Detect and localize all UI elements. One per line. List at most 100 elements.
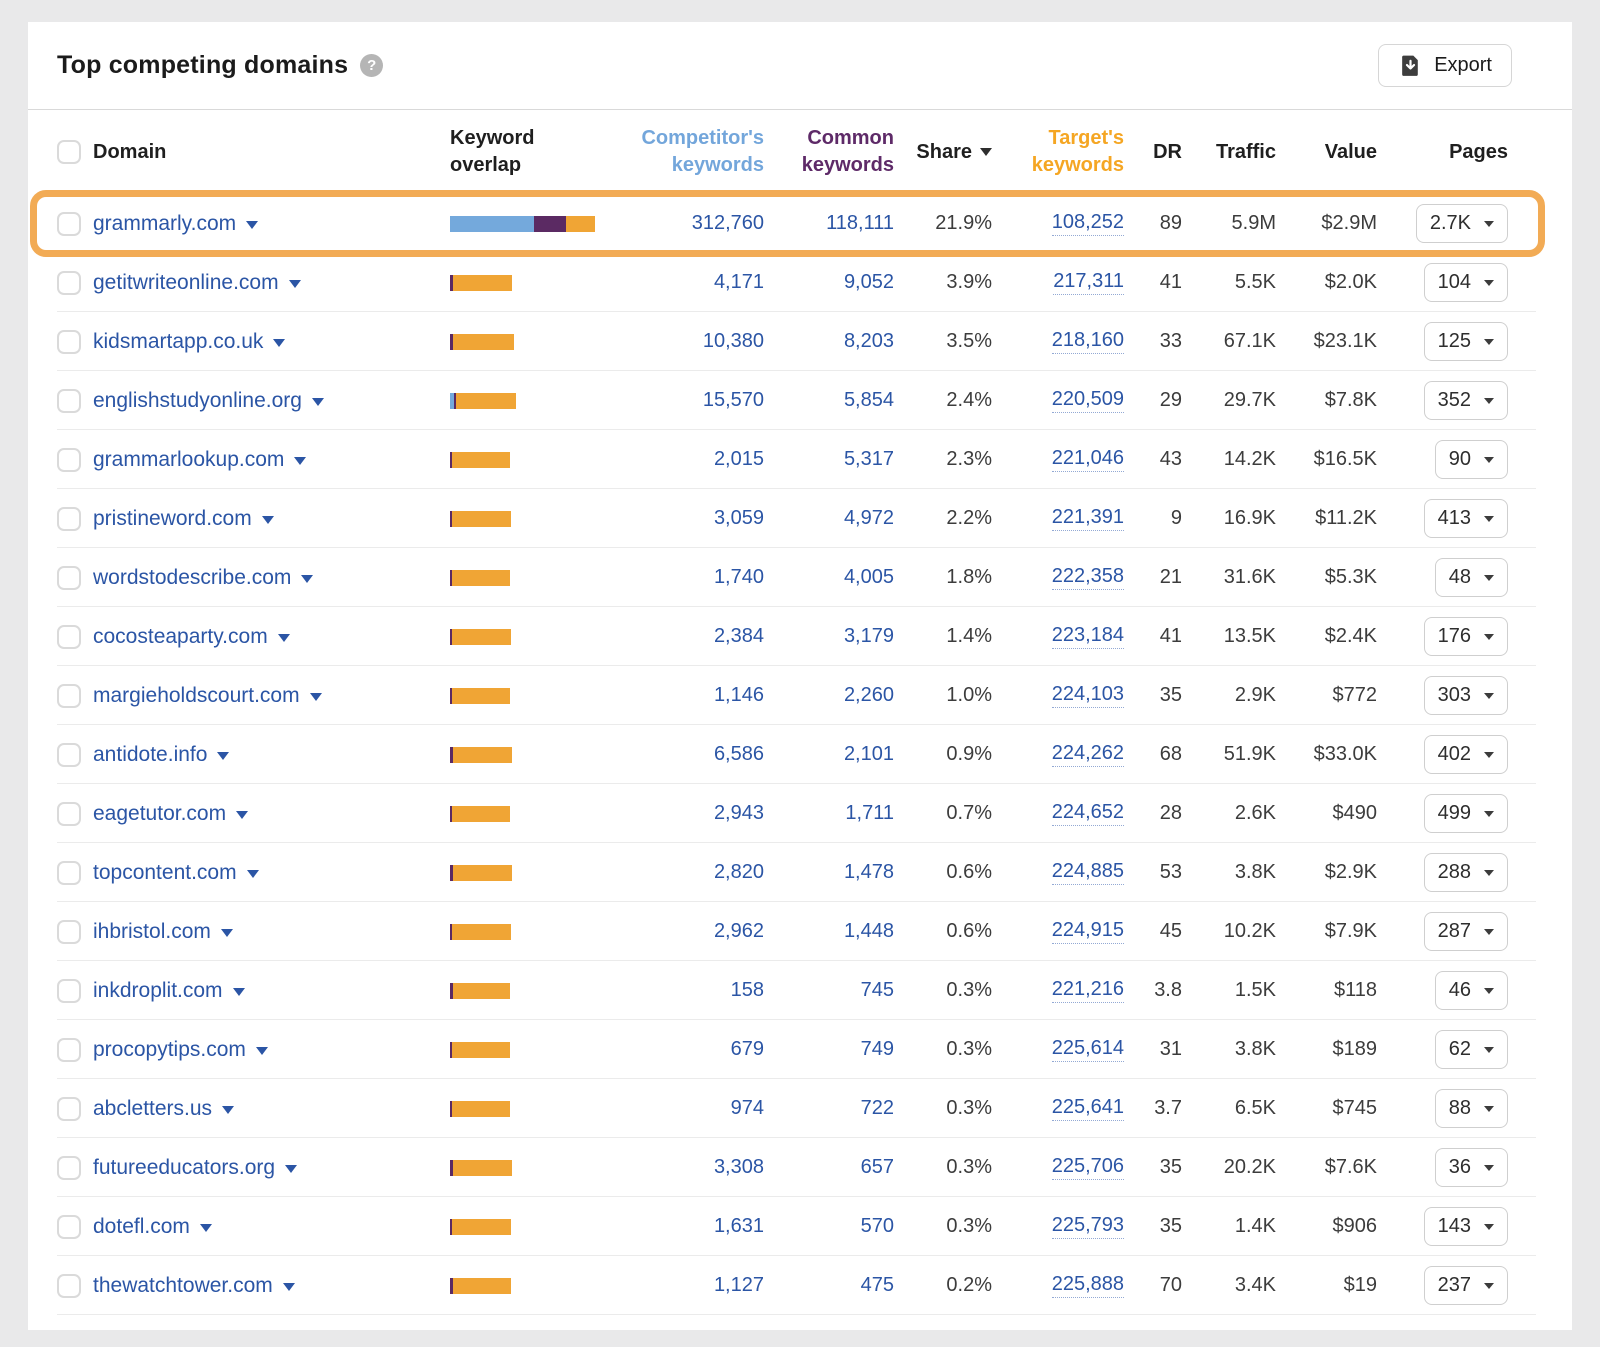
row-checkbox[interactable] bbox=[57, 212, 81, 236]
competitors-keywords-value[interactable]: 1,631 bbox=[714, 1215, 764, 1238]
competitors-keywords-value[interactable]: 974 bbox=[731, 1097, 764, 1120]
common-keywords-value[interactable]: 118,111 bbox=[826, 212, 894, 235]
pages-dropdown[interactable]: 125 bbox=[1424, 322, 1508, 361]
pages-dropdown[interactable]: 303 bbox=[1424, 676, 1508, 715]
pages-dropdown[interactable]: 352 bbox=[1424, 381, 1508, 420]
targets-keywords-value[interactable]: 221,216 bbox=[1052, 978, 1124, 1003]
targets-keywords-value[interactable]: 225,888 bbox=[1052, 1273, 1124, 1298]
targets-keywords-value[interactable]: 224,915 bbox=[1052, 919, 1124, 944]
domain-link[interactable]: cocosteaparty.com bbox=[93, 625, 290, 649]
column-header-traffic[interactable]: Traffic bbox=[1182, 139, 1276, 166]
column-header-share[interactable]: Share bbox=[894, 139, 992, 166]
column-header-dr[interactable]: DR bbox=[1124, 139, 1182, 166]
targets-keywords-value[interactable]: 225,793 bbox=[1052, 1214, 1124, 1239]
common-keywords-value[interactable]: 657 bbox=[861, 1156, 894, 1179]
competitors-keywords-value[interactable]: 312,760 bbox=[692, 212, 764, 235]
select-all-checkbox[interactable] bbox=[57, 140, 81, 164]
column-header-targets-keywords[interactable]: Target's keywords bbox=[992, 125, 1124, 179]
competitors-keywords-value[interactable]: 2,962 bbox=[714, 920, 764, 943]
row-checkbox[interactable] bbox=[57, 1156, 81, 1180]
competitors-keywords-value[interactable]: 2,015 bbox=[714, 448, 764, 471]
targets-keywords-value[interactable]: 225,706 bbox=[1052, 1155, 1124, 1180]
domain-link[interactable]: futureeducators.org bbox=[93, 1156, 297, 1180]
row-checkbox[interactable] bbox=[57, 1038, 81, 1062]
common-keywords-value[interactable]: 4,005 bbox=[844, 566, 894, 589]
competitors-keywords-value[interactable]: 1,146 bbox=[714, 684, 764, 707]
column-header-keyword-overlap[interactable]: Keyword overlap bbox=[450, 125, 612, 179]
common-keywords-value[interactable]: 3,179 bbox=[844, 625, 894, 648]
column-header-value[interactable]: Value bbox=[1276, 139, 1377, 166]
column-header-competitors-keywords[interactable]: Competitor's keywords bbox=[612, 125, 764, 179]
row-checkbox[interactable] bbox=[57, 389, 81, 413]
targets-keywords-value[interactable]: 221,046 bbox=[1052, 447, 1124, 472]
common-keywords-value[interactable]: 9,052 bbox=[844, 271, 894, 294]
common-keywords-value[interactable]: 475 bbox=[861, 1274, 894, 1297]
domain-link[interactable]: inkdroplit.com bbox=[93, 979, 245, 1003]
pages-dropdown[interactable]: 176 bbox=[1424, 617, 1508, 656]
row-checkbox[interactable] bbox=[57, 1097, 81, 1121]
pages-dropdown[interactable]: 402 bbox=[1424, 735, 1508, 774]
pages-dropdown[interactable]: 143 bbox=[1424, 1207, 1508, 1246]
pages-dropdown[interactable]: 288 bbox=[1424, 853, 1508, 892]
common-keywords-value[interactable]: 8,203 bbox=[844, 330, 894, 353]
targets-keywords-value[interactable]: 224,103 bbox=[1052, 683, 1124, 708]
domain-link[interactable]: antidote.info bbox=[93, 743, 229, 767]
row-checkbox[interactable] bbox=[57, 448, 81, 472]
row-checkbox[interactable] bbox=[57, 920, 81, 944]
competitors-keywords-value[interactable]: 3,059 bbox=[714, 507, 764, 530]
column-header-domain[interactable]: Domain bbox=[93, 139, 450, 166]
common-keywords-value[interactable]: 5,317 bbox=[844, 448, 894, 471]
domain-link[interactable]: englishstudyonline.org bbox=[93, 389, 324, 413]
domain-link[interactable]: ihbristol.com bbox=[93, 920, 233, 944]
row-checkbox[interactable] bbox=[57, 566, 81, 590]
common-keywords-value[interactable]: 5,854 bbox=[844, 389, 894, 412]
targets-keywords-value[interactable]: 224,262 bbox=[1052, 742, 1124, 767]
pages-dropdown[interactable]: 2.7K bbox=[1416, 204, 1508, 243]
row-checkbox[interactable] bbox=[57, 271, 81, 295]
common-keywords-value[interactable]: 1,448 bbox=[844, 920, 894, 943]
row-checkbox[interactable] bbox=[57, 979, 81, 1003]
domain-link[interactable]: kidsmartapp.co.uk bbox=[93, 330, 285, 354]
pages-dropdown[interactable]: 413 bbox=[1424, 499, 1508, 538]
pages-dropdown[interactable]: 499 bbox=[1424, 794, 1508, 833]
pages-dropdown[interactable]: 46 bbox=[1435, 971, 1508, 1010]
common-keywords-value[interactable]: 722 bbox=[861, 1097, 894, 1120]
domain-link[interactable]: grammarlookup.com bbox=[93, 448, 306, 472]
targets-keywords-value[interactable]: 217,311 bbox=[1053, 270, 1124, 295]
domain-link[interactable]: grammarly.com bbox=[93, 212, 258, 236]
common-keywords-value[interactable]: 570 bbox=[861, 1215, 894, 1238]
common-keywords-value[interactable]: 2,260 bbox=[844, 684, 894, 707]
pages-dropdown[interactable]: 48 bbox=[1435, 558, 1508, 597]
pages-dropdown[interactable]: 287 bbox=[1424, 912, 1508, 951]
domain-link[interactable]: thewatchtower.com bbox=[93, 1274, 295, 1298]
domain-link[interactable]: wordstodescribe.com bbox=[93, 566, 313, 590]
competitors-keywords-value[interactable]: 2,943 bbox=[714, 802, 764, 825]
row-checkbox[interactable] bbox=[57, 684, 81, 708]
row-checkbox[interactable] bbox=[57, 507, 81, 531]
row-checkbox[interactable] bbox=[57, 1274, 81, 1298]
competitors-keywords-value[interactable]: 679 bbox=[731, 1038, 764, 1061]
column-header-pages[interactable]: Pages bbox=[1377, 139, 1536, 166]
competitors-keywords-value[interactable]: 6,586 bbox=[714, 743, 764, 766]
pages-dropdown[interactable]: 36 bbox=[1435, 1148, 1508, 1187]
pages-dropdown[interactable]: 90 bbox=[1435, 440, 1508, 479]
row-checkbox[interactable] bbox=[57, 1215, 81, 1239]
common-keywords-value[interactable]: 1,478 bbox=[844, 861, 894, 884]
pages-dropdown[interactable]: 88 bbox=[1435, 1089, 1508, 1128]
row-checkbox[interactable] bbox=[57, 743, 81, 767]
export-button[interactable]: Export bbox=[1378, 44, 1512, 87]
common-keywords-value[interactable]: 2,101 bbox=[844, 743, 894, 766]
targets-keywords-value[interactable]: 218,160 bbox=[1052, 329, 1124, 354]
competitors-keywords-value[interactable]: 3,308 bbox=[714, 1156, 764, 1179]
targets-keywords-value[interactable]: 224,652 bbox=[1052, 801, 1124, 826]
domain-link[interactable]: getitwriteonline.com bbox=[93, 271, 301, 295]
targets-keywords-value[interactable]: 225,641 bbox=[1052, 1096, 1124, 1121]
row-checkbox[interactable] bbox=[57, 330, 81, 354]
targets-keywords-value[interactable]: 220,509 bbox=[1052, 388, 1124, 413]
targets-keywords-value[interactable]: 221,391 bbox=[1052, 506, 1124, 531]
competitors-keywords-value[interactable]: 15,570 bbox=[703, 389, 764, 412]
pages-dropdown[interactable]: 237 bbox=[1424, 1266, 1508, 1305]
domain-link[interactable]: margieholdscourt.com bbox=[93, 684, 322, 708]
pages-dropdown[interactable]: 62 bbox=[1435, 1030, 1508, 1069]
common-keywords-value[interactable]: 749 bbox=[861, 1038, 894, 1061]
